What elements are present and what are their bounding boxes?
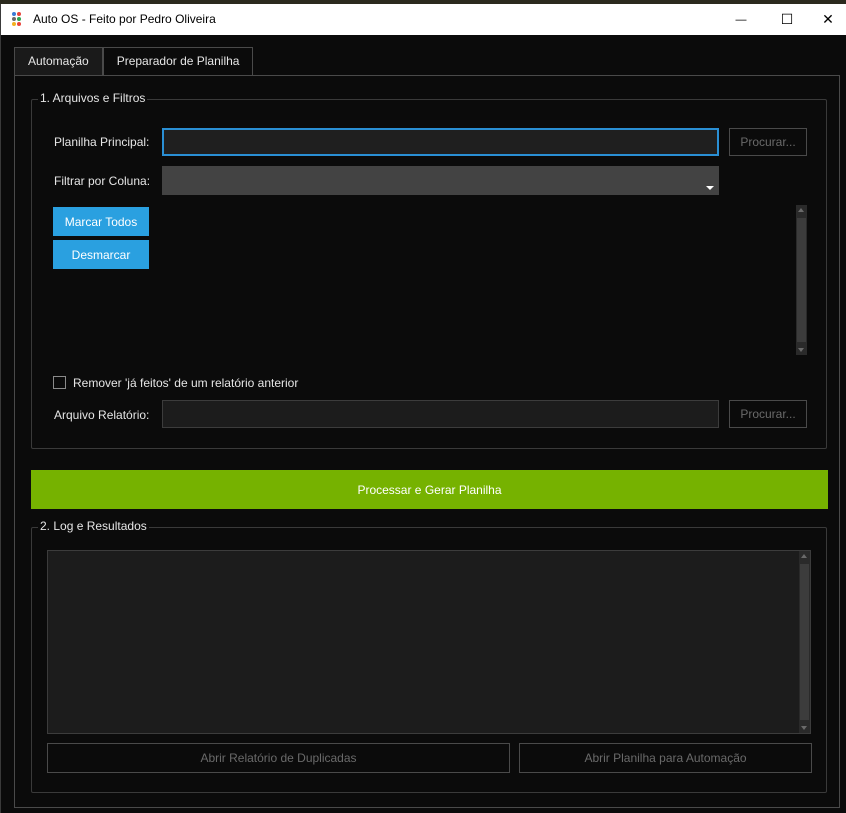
close-button[interactable]: ✕ — [809, 4, 846, 35]
files-group-title: 1. Arquivos e Filtros — [38, 91, 148, 105]
tab-preparador-de-planilha[interactable]: Preparador de Planilha — [102, 47, 254, 77]
minimize-icon: — — [735, 13, 747, 26]
log-group-title: 2. Log e Resultados — [38, 519, 149, 533]
minimize-button[interactable]: — — [718, 4, 764, 35]
log-scroll-up-icon[interactable] — [801, 554, 807, 558]
main-sheet-label: Planilha Principal: — [54, 135, 150, 149]
main-sheet-input[interactable] — [162, 128, 719, 156]
select-all-button[interactable]: Marcar Todos — [53, 207, 149, 236]
title-bar[interactable]: Auto OS - Feito por Pedro Oliveira — ☐ ✕ — [1, 4, 846, 35]
scroll-thumb[interactable] — [797, 218, 806, 342]
report-file-input[interactable] — [162, 400, 719, 428]
report-file-label: Arquivo Relatório: — [54, 408, 150, 422]
maximize-icon: ☐ — [780, 11, 794, 27]
close-icon: ✕ — [822, 11, 834, 27]
log-results-group: 2. Log e Resultados Abrir Relatório de D… — [31, 519, 827, 793]
log-scroll-down-icon[interactable] — [801, 726, 807, 730]
app-window: Auto OS - Feito por Pedro Oliveira — ☐ ✕… — [0, 4, 846, 813]
log-text-area[interactable] — [47, 550, 811, 734]
chevron-down-icon — [706, 186, 714, 190]
report-file-browse-button[interactable]: Procurar... — [729, 400, 807, 428]
values-list-scrollbar[interactable] — [796, 205, 807, 355]
log-scroll-thumb[interactable] — [800, 564, 809, 720]
log-scrollbar[interactable] — [799, 551, 810, 733]
remove-done-checkbox[interactable] — [53, 376, 66, 389]
main-sheet-browse-button[interactable]: Procurar... — [729, 128, 807, 156]
filter-column-dropdown[interactable] — [162, 166, 719, 195]
tab-automacao[interactable]: Automação — [14, 47, 103, 76]
filter-column-label: Filtrar por Coluna: — [54, 174, 151, 188]
maximize-button[interactable]: ☐ — [764, 4, 810, 35]
deselect-button[interactable]: Desmarcar — [53, 240, 149, 269]
open-duplicates-report-button[interactable]: Abrir Relatório de Duplicadas — [47, 743, 510, 773]
app-logo-icon — [12, 12, 27, 27]
remove-done-label[interactable]: Remover 'já feitos' de um relatório ante… — [73, 376, 298, 390]
tab-content-preparador: 1. Arquivos e Filtros Planilha Principal… — [14, 75, 840, 808]
tab-bar: Automação Preparador de Planilha — [14, 47, 254, 77]
files-and-filters-group: 1. Arquivos e Filtros Planilha Principal… — [31, 91, 827, 449]
process-button[interactable]: Processar e Gerar Planilha — [31, 470, 828, 509]
scroll-up-icon[interactable] — [798, 208, 804, 212]
window-title: Auto OS - Feito por Pedro Oliveira — [33, 12, 216, 26]
scroll-down-icon[interactable] — [798, 348, 804, 352]
open-automation-sheet-button[interactable]: Abrir Planilha para Automação — [519, 743, 812, 773]
